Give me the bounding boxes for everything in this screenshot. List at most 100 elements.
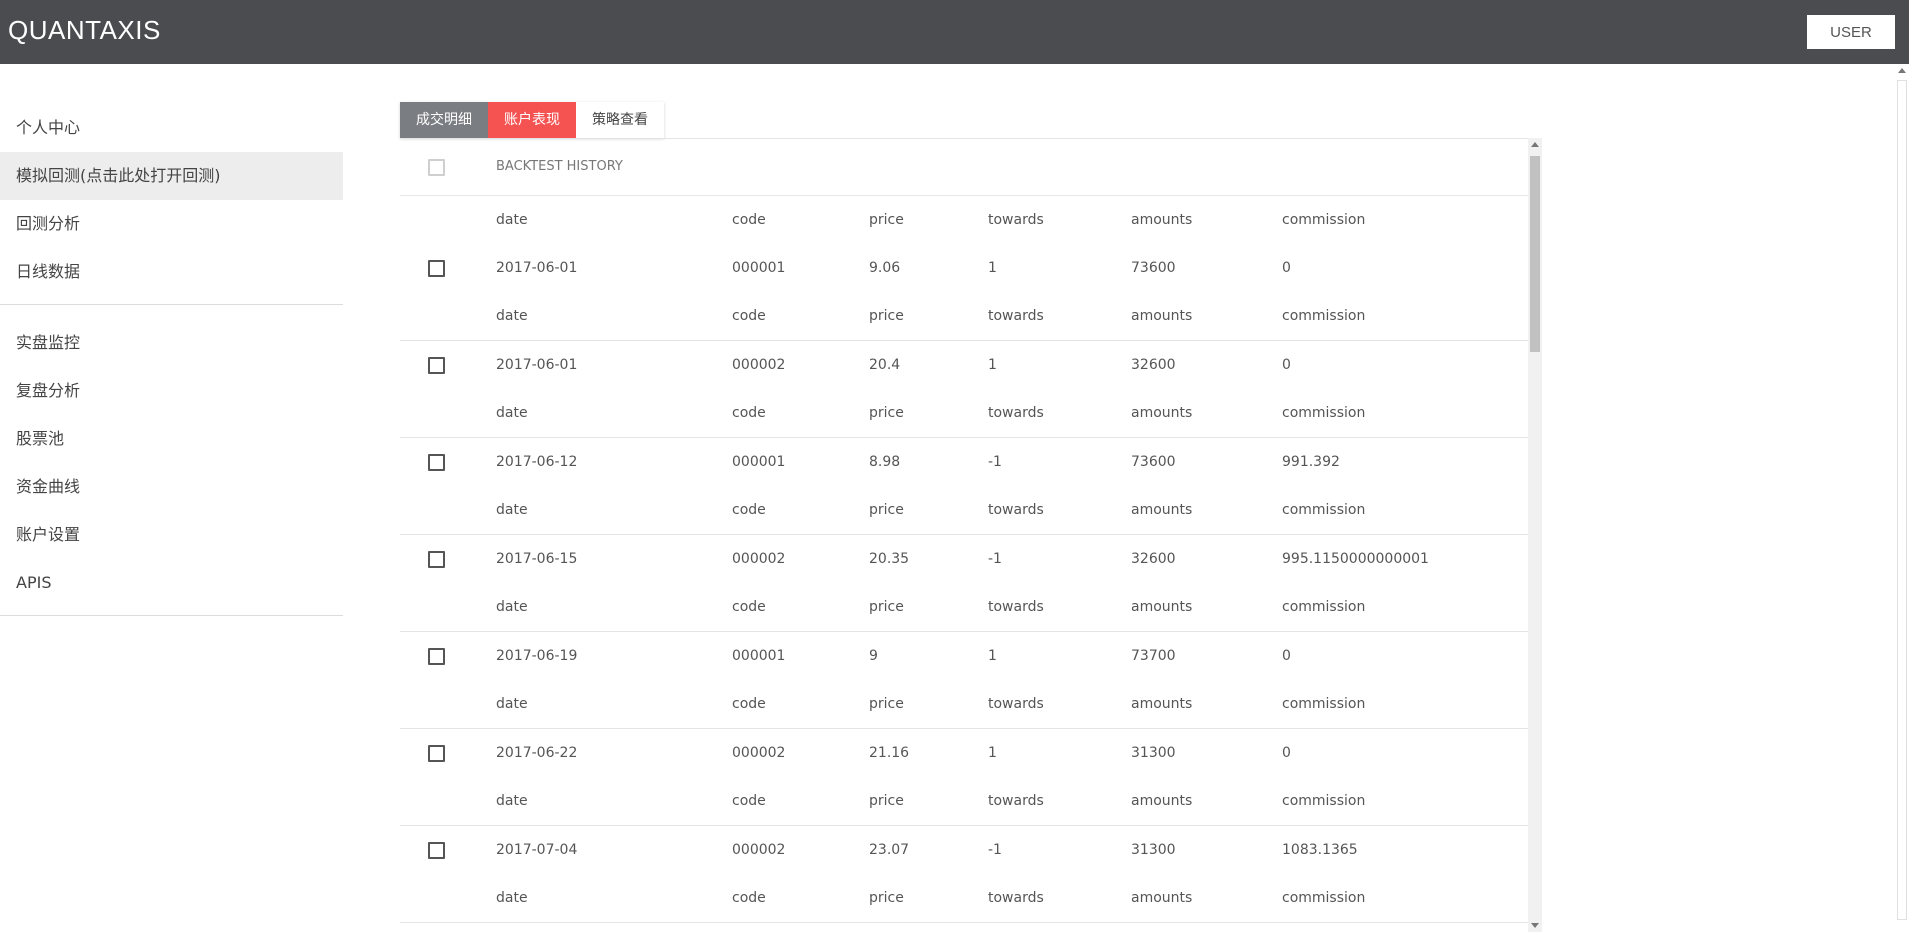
table-row-data: 2017-06-01 000002 20.4 1 32600 0 — [400, 341, 1542, 389]
cell-commission: 0 — [1282, 260, 1291, 276]
cell-date: 2017-06-12 — [496, 454, 578, 470]
table-row[interactable]: 2017-06-15 000002 20.35 -1 32600 995.11500000… — [400, 535, 1542, 632]
cell-amounts: 31300 — [1131, 745, 1176, 761]
app-title: QUANTAXIS — [8, 15, 161, 45]
table-row[interactable]: 2017-06-12 000001 8.98 -1 73600 991.392 date co… — [400, 438, 1542, 535]
sidebar-item-profile[interactable]: 个人中心 — [0, 104, 343, 152]
page-scrollbar[interactable] — [1895, 64, 1909, 932]
sidebar-item-stock-pool[interactable]: 股票池 — [0, 415, 343, 463]
column-header-amounts: amounts — [1131, 793, 1193, 809]
column-header-code: code — [732, 696, 766, 712]
column-header-price: price — [869, 599, 904, 615]
cell-code: 000002 — [732, 357, 786, 373]
column-header-towards: towards — [988, 405, 1044, 421]
cell-code: 000001 — [732, 260, 786, 276]
column-header-commission: commission — [1282, 405, 1366, 421]
sidebar-group-tools: 实盘监控 复盘分析 股票池 资金曲线 账户设置 APIS — [0, 305, 343, 616]
column-header-code: code — [732, 793, 766, 809]
sidebar-item-live-monitor[interactable]: 实盘监控 — [0, 319, 343, 367]
table-row[interactable]: 2017-06-01 000001 9.06 1 73600 0 date code price… — [400, 244, 1542, 341]
tab-strategy-view[interactable]: 策略查看 — [576, 102, 664, 138]
column-header-price: price — [869, 696, 904, 712]
column-header-date: date — [496, 405, 528, 421]
column-header-date: date — [496, 793, 528, 809]
column-header-date: date — [496, 599, 528, 615]
column-header-amounts: amounts — [1131, 599, 1193, 615]
cell-towards: 1 — [988, 745, 997, 761]
page-scroll-thumb[interactable] — [1897, 80, 1907, 920]
cell-date: 2017-06-19 — [496, 648, 578, 664]
cell-code: 000001 — [732, 648, 786, 664]
tab-account-performance[interactable]: 账户表现 — [488, 102, 576, 138]
column-header-row: date code price towards amounts commission — [400, 777, 1542, 825]
sidebar-item-review[interactable]: 复盘分析 — [0, 367, 343, 415]
column-header-row: date code price towards amounts commission — [400, 583, 1542, 631]
select-all-checkbox[interactable] — [428, 159, 445, 176]
column-header-row: date code price towards amounts commission — [400, 874, 1542, 922]
cell-commission: 1083.1365 — [1282, 842, 1358, 858]
column-header-commission: commission — [1282, 212, 1366, 228]
table-row-data: 2017-07-04 000002 23.07 -1 31300 1083.1365 — [400, 826, 1542, 874]
table-row-data: 2017-06-12 000001 8.98 -1 73600 991.392 — [400, 438, 1542, 486]
sidebar-item-apis[interactable]: APIS — [0, 559, 343, 607]
column-header-price: price — [869, 890, 904, 906]
cell-price: 20.35 — [869, 551, 910, 567]
row-checkbox[interactable] — [428, 454, 445, 471]
cell-amounts: 73600 — [1131, 454, 1176, 470]
sidebar-item-equity-curve[interactable]: 资金曲线 — [0, 463, 343, 511]
scroll-down-arrow-icon[interactable] — [1531, 923, 1539, 928]
cell-code: 000002 — [732, 745, 786, 761]
sidebar-item-account-settings[interactable]: 账户设置 — [0, 511, 343, 559]
column-header-price: price — [869, 502, 904, 518]
cell-date: 2017-07-04 — [496, 842, 578, 858]
row-checkbox[interactable] — [428, 551, 445, 568]
tab-trade-details[interactable]: 成交明细 — [400, 102, 488, 138]
row-checkbox[interactable] — [428, 745, 445, 762]
cell-amounts: 31300 — [1131, 842, 1176, 858]
cell-date: 2017-06-01 — [496, 357, 578, 373]
table-scrollbar[interactable] — [1528, 138, 1542, 932]
row-checkbox[interactable] — [428, 842, 445, 859]
user-button[interactable]: USER — [1807, 15, 1895, 49]
column-header-code: code — [732, 890, 766, 906]
table-row[interactable]: 2017-06-22 000002 21.16 1 31300 0 date code pric… — [400, 729, 1542, 826]
cell-towards: -1 — [988, 551, 1002, 567]
cell-code: 000001 — [732, 454, 786, 470]
sidebar-item-backtest[interactable]: 模拟回测(点击此处打开回测) — [0, 152, 343, 200]
sidebar-group-main: 个人中心 模拟回测(点击此处打开回测) 回测分析 日线数据 — [0, 64, 343, 305]
tab-bar: 成交明细 账户表现 策略查看 — [400, 102, 664, 138]
row-checkbox[interactable] — [428, 648, 445, 665]
sidebar-item-daily-data[interactable]: 日线数据 — [0, 248, 343, 296]
table-title: BACKTEST HISTORY — [496, 159, 623, 174]
column-header-code: code — [732, 212, 766, 228]
column-header-amounts: amounts — [1131, 502, 1193, 518]
column-header-price: price — [869, 405, 904, 421]
column-header-commission: commission — [1282, 793, 1366, 809]
column-header-towards: towards — [988, 599, 1044, 615]
table-row-data: 2017-06-01 000001 9.06 1 73600 0 — [400, 244, 1542, 292]
cell-commission: 0 — [1282, 745, 1291, 761]
row-checkbox[interactable] — [428, 357, 445, 374]
row-checkbox[interactable] — [428, 260, 445, 277]
column-header-towards: towards — [988, 502, 1044, 518]
table-body: date code price towards amounts commission 201… — [400, 196, 1542, 933]
scroll-thumb[interactable] — [1530, 156, 1540, 352]
column-header-row: date code price towards amounts commission — [400, 196, 1542, 244]
column-header-code: code — [732, 502, 766, 518]
column-header-towards: towards — [988, 308, 1044, 324]
sidebar: 个人中心 模拟回测(点击此处打开回测) 回测分析 日线数据 实盘监控 复盘分析 … — [0, 64, 343, 616]
scroll-up-arrow-icon[interactable] — [1531, 142, 1539, 147]
cell-date: 2017-06-01 — [496, 260, 578, 276]
table-row-data: 2017-06-22 000002 21.16 1 31300 0 — [400, 729, 1542, 777]
column-header-date: date — [496, 696, 528, 712]
table-row[interactable]: 2017-06-19 000001 9 1 73700 0 date code price tow… — [400, 632, 1542, 729]
table-row[interactable]: 2017-07-04 000002 23.07 -1 31300 1083.1365 dat… — [400, 826, 1542, 923]
table-row[interactable]: 2017-06-01 000002 20.4 1 32600 0 date code price… — [400, 341, 1542, 438]
page-scroll-up-arrow-icon[interactable] — [1898, 68, 1906, 73]
cell-commission: 0 — [1282, 357, 1291, 373]
cell-amounts: 73700 — [1131, 648, 1176, 664]
cell-commission: 0 — [1282, 648, 1291, 664]
cell-price: 9.06 — [869, 260, 901, 276]
column-header-row: date code price towards amounts commission — [400, 292, 1542, 340]
sidebar-item-analysis[interactable]: 回测分析 — [0, 200, 343, 248]
